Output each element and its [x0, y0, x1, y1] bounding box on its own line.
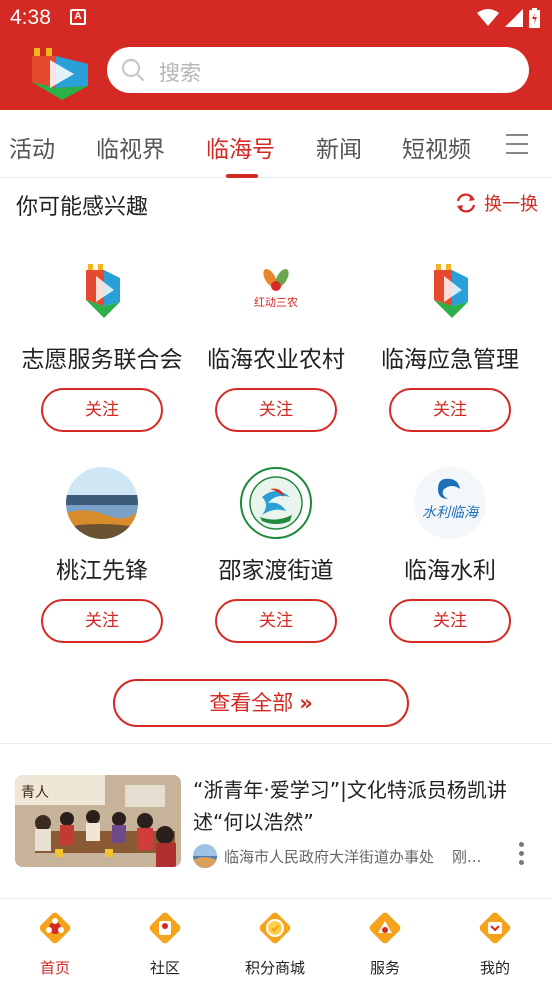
- cube-logo-icon: [66, 256, 138, 328]
- more-options-icon[interactable]: [516, 842, 526, 870]
- tab-linhaihao[interactable]: 临海号: [206, 130, 275, 164]
- tab-linshijie[interactable]: 临视界: [96, 130, 165, 164]
- account-name: 邵家渡街道: [218, 558, 334, 584]
- double-chevron-right-icon: »: [299, 691, 313, 715]
- red-sannong-logo-icon: 红动三农: [240, 256, 312, 328]
- active-tab-indicator: [226, 174, 258, 178]
- news-title[interactable]: “浙青年·爱学习”|文化特派员杨凯讲述“何以浩然”: [193, 774, 538, 838]
- view-all-label: 查看全部: [209, 691, 294, 715]
- battery-icon: [529, 8, 540, 28]
- view-all-button[interactable]: 查看全部»: [113, 679, 409, 727]
- section-divider: [0, 743, 552, 744]
- nav-label: 我的: [479, 959, 510, 977]
- search-input[interactable]: 搜索: [107, 47, 529, 93]
- water-logo-text: 水利临海: [422, 505, 480, 521]
- news-source: 临海市人民政府大洋街道办事处: [224, 848, 435, 866]
- account-card: 桃江先锋 关注: [10, 467, 194, 643]
- news-thumbnail[interactable]: 青人: [15, 775, 181, 867]
- follow-button[interactable]: 关注: [389, 388, 511, 432]
- account-name: 临海农业农村: [207, 347, 345, 373]
- app-header: 4:38 A 搜索: [0, 0, 552, 110]
- follow-button[interactable]: 关注: [215, 388, 337, 432]
- channel-tabs: 活动 临视界 临海号 新闻 短视频: [0, 110, 552, 178]
- sannong-logo-text: 红动三农: [254, 295, 298, 309]
- follow-button[interactable]: 关注: [389, 599, 511, 643]
- nav-points-mall[interactable]: 积分商城: [220, 909, 330, 978]
- refresh-label: 换一换: [484, 194, 538, 215]
- tab-activity[interactable]: 活动: [9, 130, 55, 164]
- cube-logo-icon: [414, 256, 486, 328]
- nav-label: 积分商城: [244, 959, 305, 977]
- green-circle-logo-icon: [240, 467, 312, 539]
- account-card: 临海应急管理 关注: [358, 256, 542, 432]
- community-icon: [149, 912, 181, 944]
- home-icon: [39, 912, 71, 944]
- section-title: 你可能感兴趣: [16, 195, 149, 220]
- points-mall-icon: [259, 912, 291, 944]
- tab-short-video[interactable]: 短视频: [402, 130, 471, 164]
- account-card: 红动三农 临海农业农村 关注: [184, 256, 368, 432]
- wifi-icon: [477, 9, 499, 26]
- account-name: 桃江先锋: [56, 558, 148, 584]
- service-icon: [369, 912, 401, 944]
- account-name: 临海水利: [404, 558, 496, 584]
- source-avatar: [193, 844, 217, 868]
- tab-news[interactable]: 新闻: [316, 130, 362, 164]
- nav-label: 服务: [369, 959, 400, 977]
- svg-text:青人: 青人: [21, 785, 49, 801]
- account-name: 志愿服务联合会: [21, 347, 183, 373]
- account-name: 临海应急管理: [381, 347, 519, 373]
- follow-button[interactable]: 关注: [41, 599, 163, 643]
- follow-button[interactable]: 关注: [215, 599, 337, 643]
- menu-icon[interactable]: [506, 134, 528, 154]
- landscape-photo-icon: [66, 467, 138, 539]
- nav-service[interactable]: 服务: [330, 909, 440, 978]
- profile-icon: [479, 912, 511, 944]
- search-icon: [121, 58, 145, 82]
- status-time: 4:38: [10, 6, 51, 29]
- app-logo-icon[interactable]: [28, 42, 92, 102]
- refresh-icon: [456, 193, 476, 213]
- nav-label: 社区: [149, 959, 180, 977]
- nav-profile[interactable]: 我的: [440, 909, 550, 978]
- account-card: 水利临海 临海水利 关注: [358, 467, 542, 643]
- news-time: 刚...: [452, 848, 482, 866]
- follow-button[interactable]: 关注: [41, 388, 163, 432]
- notification-icon: A: [70, 9, 86, 25]
- nav-community[interactable]: 社区: [110, 909, 220, 978]
- account-card: 志愿服务联合会 关注: [10, 256, 194, 432]
- search-placeholder: 搜索: [159, 61, 201, 85]
- account-card: 邵家渡街道 关注: [184, 467, 368, 643]
- nav-home[interactable]: 首页: [0, 909, 110, 978]
- signal-icon: [505, 9, 523, 27]
- bottom-navigation: 首页 社区 积分商城 服务 我的: [0, 898, 552, 983]
- refresh-button[interactable]: 换一换: [454, 190, 538, 216]
- status-indicators: [477, 8, 540, 28]
- nav-label: 首页: [39, 959, 70, 977]
- water-logo-icon: 水利临海: [414, 467, 486, 539]
